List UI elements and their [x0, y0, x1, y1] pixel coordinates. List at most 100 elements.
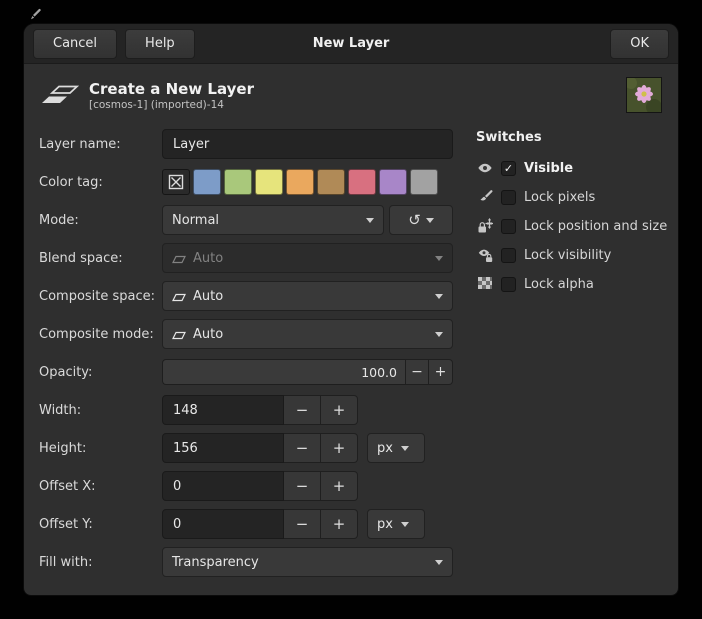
lock-pixels-checkbox[interactable] [501, 190, 516, 205]
switch-lock-position: Lock position and size [476, 215, 667, 237]
ok-button[interactable]: OK [610, 29, 669, 59]
none-x-icon [168, 174, 184, 190]
color-tag-green[interactable] [224, 169, 252, 195]
image-name: [cosmos-1] (imported)-14 [89, 99, 254, 111]
offset-x-input[interactable] [162, 471, 284, 501]
height-row: Height: − + px [39, 433, 453, 463]
layer-mini-icon [172, 291, 186, 302]
color-tag-none[interactable] [162, 169, 190, 195]
chevron-down-icon [401, 446, 409, 451]
color-tag-blue[interactable] [193, 169, 221, 195]
color-tag-yellow[interactable] [255, 169, 283, 195]
lock-position-icon [476, 218, 494, 234]
chevron-down-icon [435, 332, 443, 337]
offset-x-increase-button[interactable]: + [321, 471, 358, 501]
width-decrease-button[interactable]: − [284, 395, 321, 425]
layer-mini-icon [172, 329, 186, 340]
offset-y-decrease-button[interactable]: − [284, 509, 321, 539]
offset-y-input[interactable] [162, 509, 284, 539]
offset-unit-dropdown[interactable]: px [367, 509, 425, 539]
offset-x-decrease-button[interactable]: − [284, 471, 321, 501]
dialog-header: Create a New Layer [cosmos-1] (imported)… [39, 77, 662, 113]
opacity-increase-button[interactable]: + [429, 359, 453, 385]
cancel-button[interactable]: Cancel [33, 29, 117, 59]
blend-space-value: Auto [193, 251, 223, 266]
offset-y-increase-button[interactable]: + [321, 509, 358, 539]
chevron-down-icon [435, 560, 443, 565]
offset-x-label: Offset X: [39, 479, 162, 494]
lock-alpha-icon [476, 276, 494, 292]
composite-space-label: Composite space: [39, 289, 162, 304]
height-label: Height: [39, 441, 162, 456]
blend-space-label: Blend space: [39, 251, 162, 266]
color-tag-gray[interactable] [410, 169, 438, 195]
new-layer-icon [39, 81, 79, 109]
dialog-heading: Create a New Layer [89, 80, 254, 98]
new-layer-dialog: Cancel Help New Layer OK Create a New La… [24, 24, 678, 595]
fill-with-value: Transparency [172, 555, 259, 570]
layer-name-input[interactable] [162, 129, 453, 159]
blend-space-dropdown[interactable]: Auto [162, 243, 453, 273]
checkmark-icon: ✓ [504, 162, 513, 175]
visible-label: Visible [524, 161, 573, 176]
width-row: Width: − + [39, 395, 453, 425]
lock-visibility-checkbox[interactable] [501, 248, 516, 263]
mode-value: Normal [172, 213, 219, 228]
reset-icon: ↺ [408, 211, 421, 229]
color-tag-brown[interactable] [317, 169, 345, 195]
opacity-row: Opacity: 100.0 − + [39, 357, 453, 387]
color-tag-purple[interactable] [379, 169, 407, 195]
color-tag-row: Color tag: [39, 167, 453, 197]
fill-with-row: Fill with: Transparency [39, 547, 453, 577]
switches-panel: Switches ✓ Visible [476, 129, 667, 585]
height-increase-button[interactable]: + [321, 433, 358, 463]
opacity-decrease-button[interactable]: − [405, 359, 429, 385]
opacity-value: 100.0 [361, 365, 397, 380]
color-tag-swatches [162, 169, 438, 195]
lock-visibility-icon [476, 247, 494, 263]
opacity-label: Opacity: [39, 365, 162, 380]
lock-position-checkbox[interactable] [501, 219, 516, 234]
lock-alpha-label: Lock alpha [524, 277, 594, 292]
width-label: Width: [39, 403, 162, 418]
composite-mode-label: Composite mode: [39, 327, 162, 342]
paintbrush-icon [476, 189, 494, 205]
layer-form: Layer name: Color tag: [39, 129, 453, 585]
width-input[interactable] [162, 395, 284, 425]
composite-space-dropdown[interactable]: Auto [162, 281, 453, 311]
eye-icon [476, 160, 494, 176]
width-increase-button[interactable]: + [321, 395, 358, 425]
blend-space-row: Blend space: Auto [39, 243, 453, 273]
help-button[interactable]: Help [125, 29, 195, 59]
fill-with-dropdown[interactable]: Transparency [162, 547, 453, 577]
chevron-down-icon [366, 218, 374, 223]
composite-space-value: Auto [193, 289, 223, 304]
image-thumbnail [626, 77, 662, 113]
composite-mode-row: Composite mode: Auto [39, 319, 453, 349]
color-tag-red[interactable] [348, 169, 376, 195]
offset-y-label: Offset Y: [39, 517, 162, 532]
lock-visibility-label: Lock visibility [524, 248, 611, 263]
color-tag-label: Color tag: [39, 175, 162, 190]
offset-unit-value: px [377, 517, 393, 532]
composite-mode-dropdown[interactable]: Auto [162, 319, 453, 349]
lock-pixels-label: Lock pixels [524, 190, 595, 205]
mode-history-button[interactable]: ↺ [389, 205, 453, 235]
offset-x-row: Offset X: − + [39, 471, 453, 501]
size-unit-dropdown[interactable]: px [367, 433, 425, 463]
dialog-title: New Layer [24, 36, 678, 51]
dialog-headerbar: Cancel Help New Layer OK [24, 24, 678, 64]
height-decrease-button[interactable]: − [284, 433, 321, 463]
size-unit-value: px [377, 441, 393, 456]
height-input[interactable] [162, 433, 284, 463]
visible-checkbox[interactable]: ✓ [501, 161, 516, 176]
offset-y-row: Offset Y: − + px [39, 509, 453, 539]
mode-dropdown[interactable]: Normal [162, 205, 384, 235]
dialog-content: Create a New Layer [cosmos-1] (imported)… [24, 64, 678, 585]
lock-alpha-checkbox[interactable] [501, 277, 516, 292]
switch-lock-visibility: Lock visibility [476, 244, 667, 266]
opacity-slider[interactable]: 100.0 [162, 359, 405, 385]
layer-name-row: Layer name: [39, 129, 453, 159]
chevron-down-icon [435, 256, 443, 261]
color-tag-orange[interactable] [286, 169, 314, 195]
